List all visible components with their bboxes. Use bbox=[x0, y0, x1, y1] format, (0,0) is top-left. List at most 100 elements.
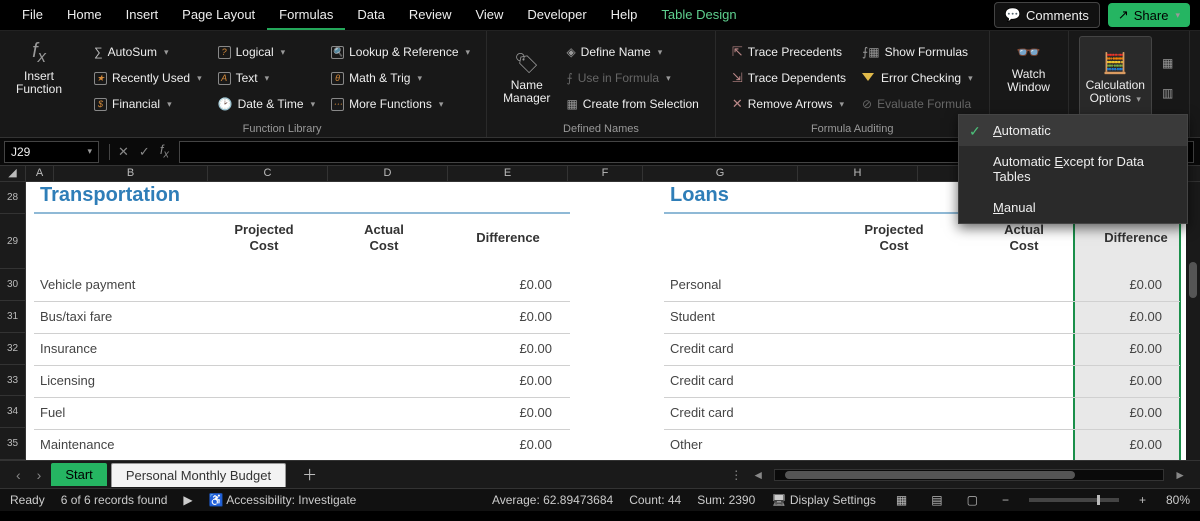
loans-diff-2: £0.00 bbox=[1080, 341, 1180, 356]
zoom-slider[interactable] bbox=[1029, 498, 1119, 502]
trace-dependents-button[interactable]: ⇲Trace Dependents bbox=[726, 66, 852, 90]
calc-now-button[interactable]: ▦ bbox=[1156, 51, 1179, 75]
tab-table-design[interactable]: Table Design bbox=[649, 1, 748, 30]
tab-options-icon[interactable]: ⋮ bbox=[730, 468, 742, 482]
row-31[interactable]: 31 bbox=[0, 301, 26, 333]
view-page-layout-icon[interactable]: ▤ bbox=[927, 493, 946, 507]
col-a[interactable]: A bbox=[26, 166, 54, 181]
error-check-icon bbox=[862, 73, 876, 83]
tab-view[interactable]: View bbox=[463, 1, 515, 30]
add-sheet-button[interactable]: ＋ bbox=[290, 464, 329, 485]
clock-icon: 🕑 bbox=[218, 97, 233, 111]
insert-function-button[interactable]: fx InsertFunction bbox=[10, 36, 68, 100]
trace-precedents-button[interactable]: ⇱Trace Precedents bbox=[726, 40, 852, 64]
col-d[interactable]: D bbox=[328, 166, 448, 181]
show-formulas-button[interactable]: ⨍▦Show Formulas bbox=[856, 40, 979, 64]
vertical-scrollbar[interactable] bbox=[1186, 182, 1200, 460]
col-e[interactable]: E bbox=[448, 166, 568, 181]
share-button[interactable]: ↗ Share ▾ bbox=[1108, 3, 1190, 27]
chevron-down-icon: ▾ bbox=[1175, 10, 1180, 21]
tab-insert[interactable]: Insert bbox=[114, 1, 171, 30]
math-button[interactable]: θMath & Trig▾ bbox=[325, 66, 476, 90]
recently-used-button[interactable]: ★Recently Used▾ bbox=[88, 66, 208, 90]
chevron-down-icon[interactable]: ▾ bbox=[87, 146, 92, 157]
cancel-icon[interactable]: ✕ bbox=[109, 144, 133, 160]
col-g[interactable]: G bbox=[643, 166, 798, 181]
tab-review[interactable]: Review bbox=[397, 1, 464, 30]
define-name-button[interactable]: ◈Define Name▾ bbox=[560, 40, 704, 64]
tab-page-layout[interactable]: Page Layout bbox=[170, 1, 267, 30]
calc-automatic[interactable]: ✓ Automatic bbox=[959, 115, 1187, 146]
col-f[interactable]: F bbox=[568, 166, 643, 181]
horizontal-scrollbar[interactable] bbox=[774, 469, 1164, 481]
error-checking-button[interactable]: Error Checking▾ bbox=[856, 66, 979, 90]
row-32[interactable]: 32 bbox=[0, 333, 26, 365]
calc-manual[interactable]: Manual bbox=[959, 192, 1187, 223]
sheet-tab-start[interactable]: Start bbox=[51, 463, 106, 486]
sheet-tab-active[interactable]: Personal Monthly Budget bbox=[111, 463, 286, 487]
datetime-button[interactable]: 🕑Date & Time▾ bbox=[212, 92, 322, 116]
fx-icon[interactable]: fx bbox=[156, 142, 173, 161]
remove-arrows-button[interactable]: ✕Remove Arrows▾ bbox=[726, 92, 852, 116]
tab-formulas[interactable]: Formulas bbox=[267, 1, 345, 30]
col-b[interactable]: B bbox=[54, 166, 208, 181]
row-34[interactable]: 34 bbox=[0, 396, 26, 428]
enter-icon[interactable]: ✓ bbox=[135, 144, 154, 160]
scroll-right-icon[interactable]: ► bbox=[1170, 468, 1190, 482]
tab-file[interactable]: File bbox=[10, 1, 55, 30]
more-icon: ⋯ bbox=[331, 98, 344, 111]
more-functions-button[interactable]: ⋯More Functions▾ bbox=[325, 92, 476, 116]
tab-home[interactable]: Home bbox=[55, 1, 114, 30]
col-h[interactable]: H bbox=[798, 166, 918, 181]
remove-arrows-icon: ✕ bbox=[732, 96, 743, 112]
tab-help[interactable]: Help bbox=[599, 1, 650, 30]
trace-precedents-icon: ⇱ bbox=[732, 44, 743, 60]
calc-sheet-button[interactable]: ▥ bbox=[1156, 81, 1179, 105]
comments-label: Comments bbox=[1026, 8, 1089, 23]
name-box[interactable]: J29 ▾ bbox=[4, 141, 99, 163]
create-from-selection-button[interactable]: ▦Create from Selection bbox=[560, 92, 704, 116]
row-28[interactable]: 28 bbox=[0, 182, 26, 214]
zoom-level[interactable]: 80% bbox=[1166, 493, 1190, 507]
logical-button[interactable]: ?Logical▾ bbox=[212, 40, 322, 64]
watch-window-icon: 👓 bbox=[1016, 40, 1041, 65]
display-icon: 🖥 bbox=[771, 493, 786, 507]
display-settings-button[interactable]: 🖥 Display Settings bbox=[771, 493, 876, 507]
zoom-in-icon[interactable]: + bbox=[1135, 493, 1150, 507]
trans-row-1: Bus/taxi fare bbox=[40, 309, 112, 324]
status-macro-icon[interactable]: ▶ bbox=[183, 493, 192, 507]
use-formula-icon: ⨍ bbox=[566, 71, 572, 85]
financial-icon: $ bbox=[94, 98, 107, 111]
row-35[interactable]: 35 bbox=[0, 428, 26, 460]
calc-auto-except[interactable]: Automatic Except for Data Tables bbox=[959, 146, 1187, 192]
share-label: Share bbox=[1134, 8, 1169, 23]
status-accessibility[interactable]: ♿ Accessibility: Investigate bbox=[209, 493, 357, 507]
scroll-left-icon[interactable]: ◄ bbox=[748, 468, 768, 482]
tab-data[interactable]: Data bbox=[345, 1, 396, 30]
name-manager-button[interactable]: 🏷 NameManager bbox=[497, 36, 556, 120]
comment-icon: 💬 bbox=[1005, 7, 1021, 23]
fx-icon: fx bbox=[32, 40, 46, 67]
row-29[interactable]: 29 bbox=[0, 214, 26, 270]
view-page-break-icon[interactable]: ▢ bbox=[963, 493, 982, 507]
comments-button[interactable]: 💬 Comments bbox=[994, 2, 1100, 28]
select-all[interactable]: ◢ bbox=[0, 166, 26, 181]
col-c[interactable]: C bbox=[208, 166, 328, 181]
view-normal-icon[interactable]: ▦ bbox=[892, 493, 911, 507]
name-manager-icon: 🏷 bbox=[514, 51, 539, 76]
lookup-icon: 🔍 bbox=[331, 46, 344, 59]
autosum-button[interactable]: ∑AutoSum▾ bbox=[88, 40, 208, 64]
row-33[interactable]: 33 bbox=[0, 365, 26, 397]
sheet-nav-prev[interactable]: ‹ bbox=[10, 467, 27, 483]
row-30[interactable]: 30 bbox=[0, 269, 26, 301]
sheet-nav-next[interactable]: › bbox=[31, 467, 48, 483]
text-button[interactable]: AText▾ bbox=[212, 66, 322, 90]
lookup-button[interactable]: 🔍Lookup & Reference▾ bbox=[325, 40, 476, 64]
zoom-out-icon[interactable]: − bbox=[998, 493, 1013, 507]
tab-developer[interactable]: Developer bbox=[515, 1, 598, 30]
calculation-options-button[interactable]: 🧮 CalculationOptions ▾ bbox=[1079, 36, 1152, 120]
financial-button[interactable]: $Financial▾ bbox=[88, 92, 208, 116]
watch-window-button[interactable]: 👓 WatchWindow bbox=[1000, 36, 1058, 98]
loans-diff-0: £0.00 bbox=[1080, 277, 1180, 292]
trans-row-2: Insurance bbox=[40, 341, 97, 356]
